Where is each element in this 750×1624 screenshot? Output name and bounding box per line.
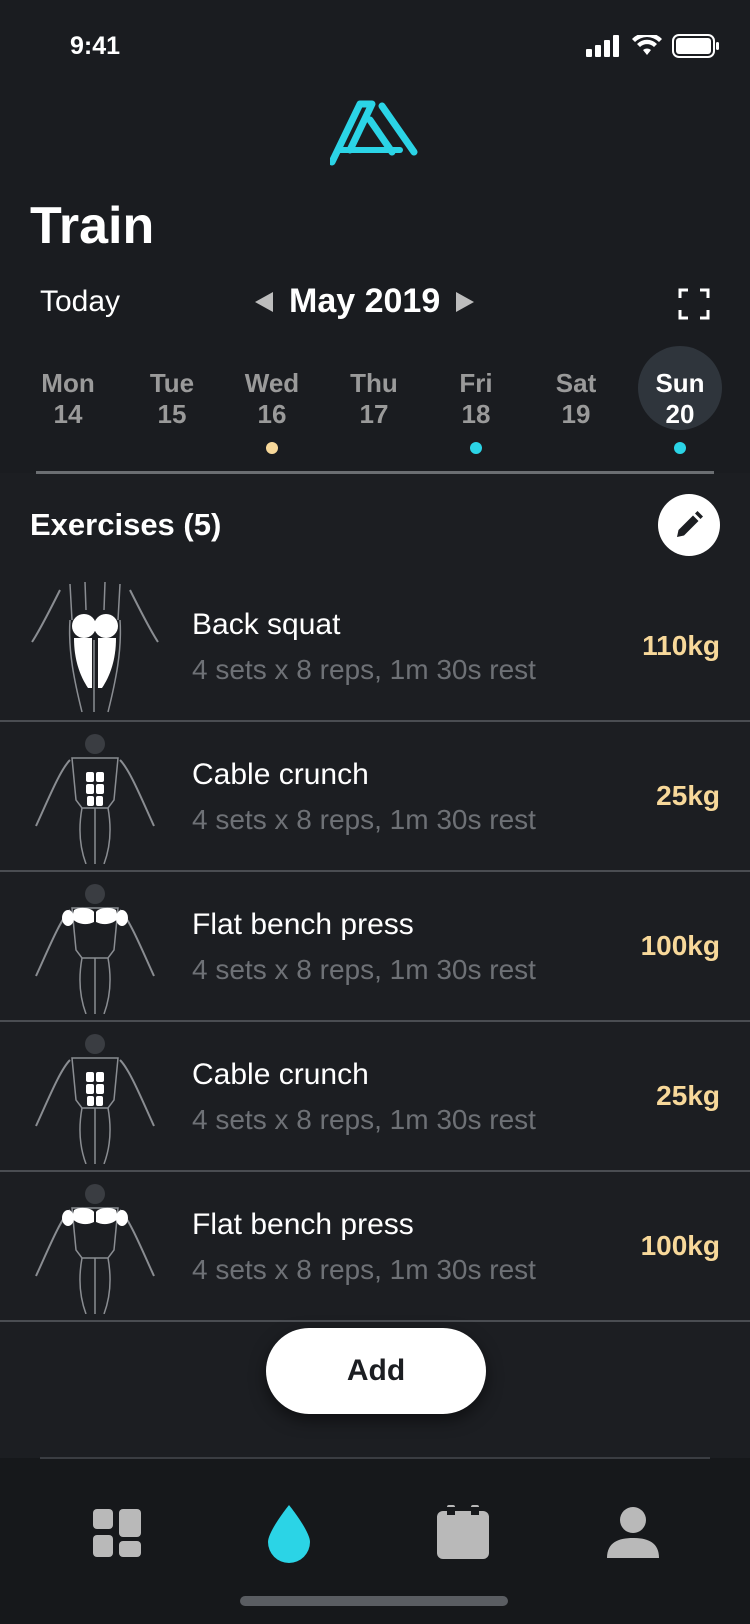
exercise-list: Back squat 4 sets x 8 reps, 1m 30s rest 11… [0, 572, 750, 1322]
day-thu[interactable]: Thu 17 [332, 348, 416, 458]
dashboard-icon [93, 1509, 141, 1557]
day-number: 20 [665, 399, 695, 429]
page-title: Train [30, 197, 155, 255]
day-name: Thu [350, 368, 398, 398]
month-label: May 2019 [289, 282, 441, 320]
month-navigator: May 2019 [255, 282, 475, 321]
day-name: Sun [655, 368, 705, 398]
exercise-name: Cable crunch [192, 1058, 369, 1091]
exercise-detail: 4 sets x 8 reps, 1m 30s rest [192, 654, 536, 685]
tab-profile[interactable] [598, 1498, 668, 1568]
battery-icon [672, 34, 719, 58]
prev-month-icon[interactable] [255, 291, 273, 312]
next-month-icon[interactable] [456, 291, 475, 312]
add-button[interactable]: Add [266, 1328, 486, 1414]
tab-calendar[interactable] [428, 1498, 498, 1568]
signal-icon [586, 35, 619, 57]
week-day-strip: Mon 14 Tue 15 Wed 16 Thu 17 Fri 18 Sat 19 Sun 20 [0, 346, 750, 458]
wifi-icon [632, 35, 662, 55]
day-name: Mon [41, 368, 95, 398]
legs-muscle-figure-icon [31, 581, 159, 713]
chest-muscle-figure-icon [35, 1184, 155, 1314]
exercise-name: Cable crunch [192, 758, 369, 791]
tab-bar-divider [40, 1457, 710, 1459]
workout-dot-indicator [674, 442, 686, 454]
workout-dot-indicator [266, 442, 278, 454]
chest-muscle-figure-icon [35, 884, 155, 1014]
header: 9:41 Train Today May 2019 Mon 14 Tue 15 … [0, 0, 750, 473]
exercise-row[interactable]: Back squat 4 sets x 8 reps, 1m 30s rest 11… [0, 572, 750, 722]
exercise-name: Back squat [192, 608, 341, 641]
workout-dot-indicator [470, 442, 482, 454]
drop-icon [268, 1505, 310, 1563]
day-sat[interactable]: Sat 19 [534, 348, 618, 458]
status-icons [586, 34, 720, 58]
exercise-row[interactable]: Cable crunch 4 sets x 8 reps, 1m 30s rest… [0, 1022, 750, 1172]
calendar-icon [437, 1505, 489, 1559]
day-name: Tue [149, 368, 195, 398]
exercise-row[interactable]: Cable crunch 4 sets x 8 reps, 1m 30s rest… [0, 722, 750, 872]
day-strip-divider [36, 471, 714, 474]
exercise-row[interactable]: Flat bench press 4 sets x 8 reps, 1m 30s … [0, 872, 750, 1022]
day-number: 15 [157, 399, 187, 429]
edit-button[interactable] [658, 494, 720, 556]
day-number: 19 [561, 399, 591, 429]
day-number: 17 [359, 399, 389, 429]
day-name: Sat [555, 368, 597, 398]
day-number: 18 [461, 399, 491, 429]
expand-icon[interactable] [678, 288, 710, 320]
exercise-name: Flat bench press [192, 908, 414, 941]
exercise-weight: 100kg [640, 930, 720, 961]
exercise-weight: 25kg [656, 1080, 720, 1111]
day-mon[interactable]: Mon 14 [26, 348, 110, 458]
abs-muscle-figure-icon [35, 1034, 155, 1164]
day-number: 14 [53, 399, 83, 429]
exercise-detail: 4 sets x 8 reps, 1m 30s rest [192, 1104, 536, 1135]
status-time: 9:41 [70, 32, 121, 60]
exercise-detail: 4 sets x 8 reps, 1m 30s rest [192, 804, 536, 835]
home-indicator [240, 1596, 508, 1606]
tab-train[interactable] [254, 1498, 324, 1568]
exercise-weight: 25kg [656, 780, 720, 811]
abs-muscle-figure-icon [35, 734, 155, 864]
profile-icon [607, 1507, 659, 1558]
day-name: Fri [459, 368, 493, 398]
exercise-detail: 4 sets x 8 reps, 1m 30s rest [192, 1254, 536, 1285]
exercise-name: Flat bench press [192, 1208, 414, 1241]
day-wed[interactable]: Wed 16 [230, 348, 314, 458]
exercise-detail: 4 sets x 8 reps, 1m 30s rest [192, 954, 536, 985]
pencil-icon [677, 511, 703, 537]
exercises-heading: Exercises (5) [30, 507, 222, 542]
day-fri[interactable]: Fri 18 [434, 348, 518, 458]
exercise-weight: 110kg [642, 630, 720, 661]
day-tue[interactable]: Tue 15 [130, 348, 214, 458]
day-sun[interactable]: Sun 20 [638, 346, 722, 458]
exercise-row[interactable]: Flat bench press 4 sets x 8 reps, 1m 30s … [0, 1172, 750, 1322]
tab-dashboard[interactable] [82, 1498, 152, 1568]
day-number: 16 [257, 399, 287, 429]
exercise-weight: 100kg [640, 1230, 720, 1261]
app-logo-icon [330, 100, 418, 166]
today-button[interactable]: Today [40, 285, 120, 319]
day-name: Wed [244, 368, 300, 398]
